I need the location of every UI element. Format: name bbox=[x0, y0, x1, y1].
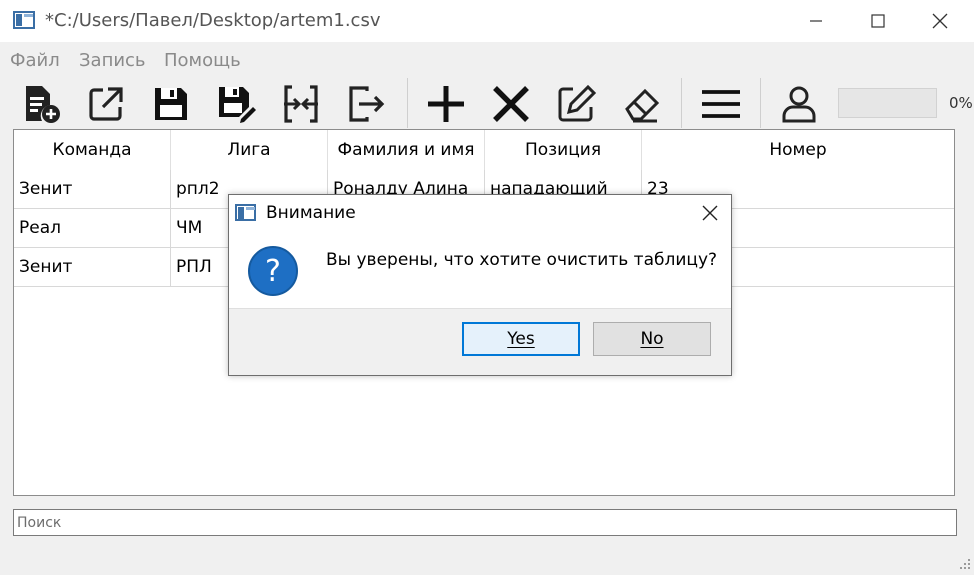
dialog-title: Внимание bbox=[266, 203, 356, 223]
merge-button[interactable] bbox=[275, 80, 327, 128]
progress-label: 0% bbox=[949, 94, 973, 112]
no-button[interactable]: No bbox=[593, 322, 711, 356]
table-cell[interactable]: Зенит bbox=[14, 170, 171, 208]
user-icon bbox=[782, 86, 816, 123]
column-header-name[interactable]: Фамилия и имя bbox=[328, 130, 485, 170]
eraser-icon bbox=[625, 88, 660, 123]
new-file-button[interactable] bbox=[15, 80, 67, 128]
menu-file[interactable]: Файл bbox=[10, 50, 60, 71]
delete-icon bbox=[493, 86, 529, 122]
save-button[interactable] bbox=[145, 80, 197, 128]
menu-help[interactable]: Помощь bbox=[164, 50, 241, 71]
column-header-position[interactable]: Позиция bbox=[485, 130, 642, 170]
table-cell[interactable]: Реал bbox=[14, 209, 171, 247]
maximize-icon bbox=[871, 14, 885, 28]
column-header-league[interactable]: Лига bbox=[171, 130, 328, 170]
edit-record-button[interactable] bbox=[550, 80, 602, 128]
close-icon bbox=[702, 205, 718, 220]
dialog-close-button[interactable] bbox=[689, 195, 731, 230]
exit-button[interactable] bbox=[340, 80, 392, 128]
search-field bbox=[13, 509, 957, 536]
close-button[interactable] bbox=[910, 0, 970, 42]
menu-button[interactable] bbox=[695, 80, 747, 128]
yes-button[interactable]: Yes bbox=[462, 322, 580, 356]
menu-bar: Файл Запись Помощь bbox=[0, 42, 974, 76]
window-title: *C:/Users/Павел/Desktop/artem1.csv bbox=[45, 10, 381, 31]
dialog-body: ? Вы уверены, что хотите очистить таблиц… bbox=[229, 230, 731, 309]
maximize-button[interactable] bbox=[848, 0, 908, 42]
resize-grip-icon[interactable] bbox=[958, 557, 972, 571]
new-file-icon bbox=[26, 86, 60, 123]
column-header-team[interactable]: Команда bbox=[14, 130, 171, 170]
save-as-icon bbox=[219, 87, 256, 123]
column-header-number[interactable]: Номер bbox=[642, 130, 954, 170]
clear-table-button[interactable] bbox=[615, 80, 667, 128]
dialog-app-icon bbox=[235, 204, 256, 221]
exit-icon bbox=[349, 86, 385, 122]
dialog-message: Вы уверены, что хотите очистить таблицу? bbox=[326, 250, 718, 270]
merge-icon bbox=[284, 85, 318, 123]
title-bar: *C:/Users/Павел/Desktop/artem1.csv bbox=[0, 0, 974, 42]
search-input[interactable] bbox=[14, 510, 956, 535]
confirm-dialog: Внимание ? Вы уверены, что хотите очисти… bbox=[228, 194, 732, 376]
toolbar: 0% bbox=[0, 76, 974, 130]
menu-icon bbox=[702, 90, 740, 118]
toolbar-separator bbox=[407, 78, 408, 128]
save-icon bbox=[155, 88, 187, 120]
save-as-button[interactable] bbox=[210, 80, 262, 128]
add-record-button[interactable] bbox=[420, 80, 472, 128]
toolbar-separator bbox=[681, 78, 682, 128]
app-icon bbox=[13, 11, 35, 29]
close-icon bbox=[932, 13, 948, 29]
dialog-title-bar: Внимание bbox=[229, 195, 731, 230]
add-icon bbox=[428, 86, 464, 122]
minimize-icon bbox=[810, 20, 822, 22]
toolbar-separator bbox=[760, 78, 761, 128]
minimize-button[interactable] bbox=[786, 0, 846, 42]
open-external-icon bbox=[89, 87, 123, 121]
user-button[interactable] bbox=[773, 80, 825, 128]
open-external-button[interactable] bbox=[80, 80, 132, 128]
edit-icon bbox=[558, 84, 597, 122]
menu-record[interactable]: Запись bbox=[79, 50, 146, 71]
progress-bar bbox=[838, 88, 937, 118]
delete-record-button[interactable] bbox=[485, 80, 537, 128]
question-icon: ? bbox=[248, 246, 298, 296]
table-cell[interactable]: Зенит bbox=[14, 248, 171, 286]
